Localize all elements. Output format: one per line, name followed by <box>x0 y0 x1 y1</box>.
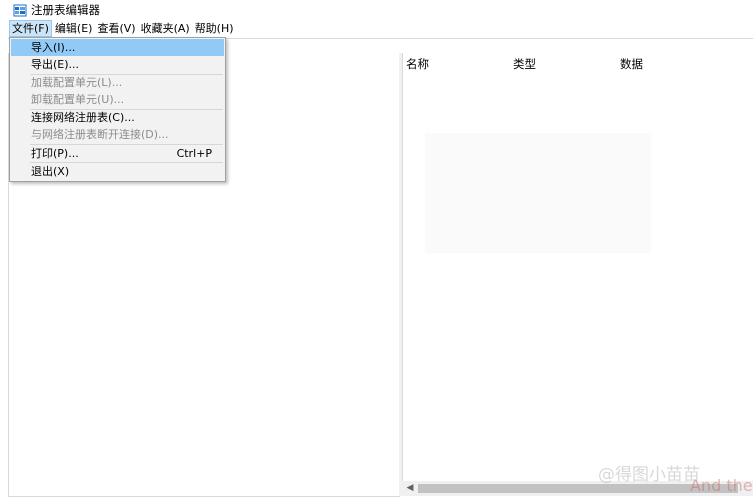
menu-item-label: 导入(I)... <box>31 41 76 54</box>
watermark-secondary: And the <box>690 476 753 495</box>
empty-list-area <box>425 133 651 253</box>
value-list-pane[interactable]: 名称 类型 数据 <box>402 53 753 496</box>
menu-item-exit[interactable]: 退出(X) <box>11 163 224 180</box>
menu-item-label: 打印(P)... <box>31 147 79 160</box>
list-header: 名称 类型 数据 <box>403 53 753 73</box>
menu-item-shortcut: Ctrl+P <box>176 147 212 160</box>
menu-item-unload-hive: 卸载配置单元(U)... <box>11 91 224 108</box>
menu-item-import[interactable]: 导入(I)... <box>11 39 224 56</box>
menu-item-label: 加载配置单元(L)... <box>31 76 123 89</box>
menu-item-label: 导出(E)... <box>31 58 80 71</box>
menu-help[interactable]: 帮助(H) <box>193 20 236 37</box>
menu-bar: 文件(F) 编辑(E) 查看(V) 收藏夹(A) 帮助(H) <box>0 19 753 38</box>
column-header-name[interactable]: 名称 <box>406 56 429 72</box>
menu-item-load-hive: 加载配置单元(L)... <box>11 74 224 91</box>
menu-item-connect-network-registry[interactable]: 连接网络注册表(C)... <box>11 109 224 126</box>
menu-favorites[interactable]: 收藏夹(A) <box>139 20 192 37</box>
menu-item-export[interactable]: 导出(E)... <box>11 56 224 73</box>
menu-edit[interactable]: 编辑(E) <box>53 20 95 37</box>
menu-item-print[interactable]: 打印(P)... Ctrl+P <box>11 145 224 162</box>
menu-item-label: 退出(X) <box>31 165 70 178</box>
menu-file[interactable]: 文件(F) <box>9 20 52 37</box>
menu-view[interactable]: 查看(V) <box>95 20 137 37</box>
registry-editor-icon <box>13 3 27 17</box>
title-bar: 注册表编辑器 <box>0 0 753 19</box>
watermark: @得图小苗苗 <box>598 465 700 485</box>
menu-item-label: 连接网络注册表(C)... <box>31 111 135 124</box>
file-menu-dropdown: 导入(I)... 导出(E)... 加载配置单元(L)... 卸载配置单元(U)… <box>9 37 226 182</box>
menu-item-disconnect-network-registry: 与网络注册表断开连接(D)... <box>11 126 224 143</box>
window-title: 注册表编辑器 <box>31 2 100 17</box>
menu-item-label: 卸载配置单元(U)... <box>31 93 125 106</box>
column-header-data[interactable]: 数据 <box>620 56 643 72</box>
scroll-left-arrow-icon[interactable]: ◀ <box>404 481 416 496</box>
column-header-type[interactable]: 类型 <box>513 56 536 72</box>
menu-item-label: 与网络注册表断开连接(D)... <box>31 128 169 141</box>
